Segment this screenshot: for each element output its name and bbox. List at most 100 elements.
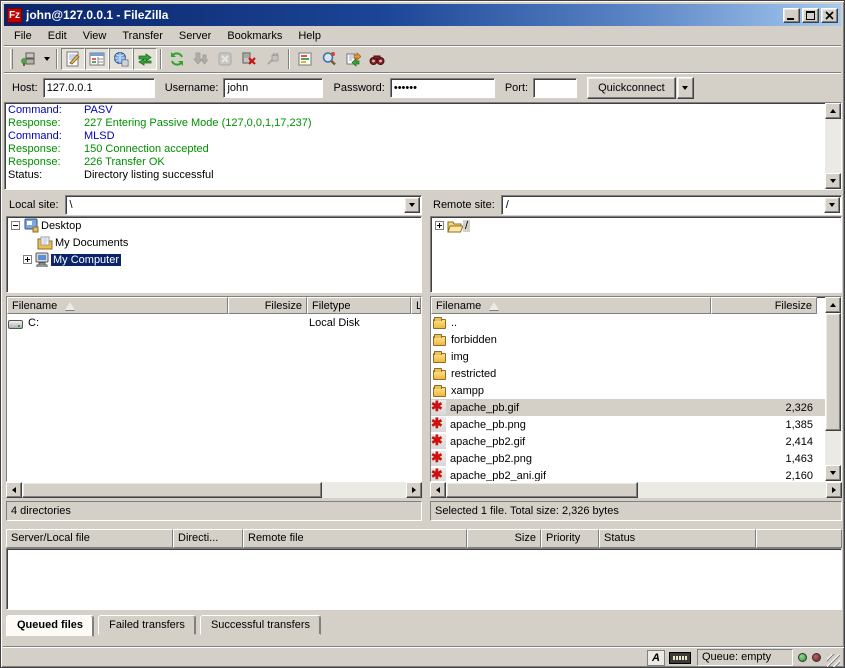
- window-title: john@127.0.0.1 - FileZilla: [26, 8, 781, 22]
- queue-column-local-file[interactable]: Server/Local file: [6, 529, 173, 548]
- scroll-down-button[interactable]: [825, 465, 841, 481]
- tree-item-my-computer[interactable]: My Computer: [7, 251, 421, 268]
- scroll-left-button[interactable]: [430, 482, 446, 498]
- scroll-right-button[interactable]: [406, 482, 422, 498]
- password-input[interactable]: [390, 78, 495, 98]
- maximize-button[interactable]: [802, 8, 819, 23]
- site-manager-dropdown-button[interactable]: [40, 48, 53, 70]
- toggle-transfer-queue-button[interactable]: [133, 48, 157, 70]
- toolbar-gripper[interactable]: [10, 49, 13, 69]
- tab-failed-transfers[interactable]: Failed transfers: [98, 615, 196, 635]
- file-row[interactable]: apache_pb.png1,385: [431, 416, 825, 433]
- toggle-remote-tree-button[interactable]: [109, 48, 133, 70]
- collapse-icon[interactable]: [11, 221, 20, 230]
- queue-column-remote-file[interactable]: Remote file: [243, 529, 467, 548]
- username-label: Username:: [165, 82, 219, 94]
- column-header-filename[interactable]: Filename: [7, 297, 228, 314]
- remote-site-combobox[interactable]: /: [501, 195, 842, 215]
- remote-vertical-scrollbar[interactable]: [825, 297, 841, 481]
- remote-directory-tree: /: [430, 216, 842, 293]
- tree-item-desktop[interactable]: Desktop: [7, 217, 421, 234]
- remote-status-text: Selected 1 file. Total size: 2,326 bytes: [430, 501, 842, 521]
- queue-column-size[interactable]: Size: [467, 529, 541, 548]
- local-horizontal-scrollbar[interactable]: [6, 482, 422, 498]
- local-file-list: Filename Filesize Filetype L C: Local Di…: [6, 296, 422, 482]
- toggle-message-log-button[interactable]: [61, 48, 85, 70]
- file-row-selected[interactable]: apache_pb.gif2,326: [431, 399, 825, 416]
- tab-queued-files[interactable]: Queued files: [6, 615, 94, 637]
- local-site-combobox[interactable]: \: [65, 195, 422, 215]
- menu-help[interactable]: Help: [290, 28, 329, 44]
- tree-item-root[interactable]: /: [431, 217, 841, 234]
- log-line: Response:227 Entering Passive Mode (127,…: [5, 117, 825, 130]
- scroll-up-button[interactable]: [825, 103, 841, 119]
- menu-edit[interactable]: Edit: [40, 28, 75, 44]
- remote-horizontal-scrollbar[interactable]: [430, 482, 842, 498]
- queue-column-priority[interactable]: Priority: [541, 529, 599, 548]
- file-row[interactable]: apache_pb2.gif2,414: [431, 433, 825, 450]
- column-header-filename[interactable]: Filename: [431, 297, 711, 314]
- scroll-down-button[interactable]: [825, 173, 841, 189]
- expand-icon[interactable]: [23, 255, 32, 264]
- scroll-right-button[interactable]: [826, 482, 842, 498]
- scrollbar-thumb[interactable]: [22, 482, 322, 498]
- scrollbar-thumb[interactable]: [446, 482, 638, 498]
- queue-list-body[interactable]: [6, 548, 842, 610]
- log-line: Response:226 Transfer OK: [5, 156, 825, 169]
- column-header-filetype[interactable]: Filetype: [307, 297, 411, 314]
- menu-transfer[interactable]: Transfer: [114, 28, 171, 44]
- scroll-down-icon: [830, 471, 836, 475]
- refresh-button[interactable]: [165, 48, 189, 70]
- disconnect-button[interactable]: [237, 48, 261, 70]
- menu-file[interactable]: File: [6, 28, 40, 44]
- queue-column-direction[interactable]: Directi...: [173, 529, 243, 548]
- minimize-button[interactable]: [783, 8, 800, 23]
- scroll-left-button[interactable]: [6, 482, 22, 498]
- file-row[interactable]: img: [431, 348, 825, 365]
- file-row[interactable]: forbidden: [431, 331, 825, 348]
- file-row[interactable]: restricted: [431, 365, 825, 382]
- host-input[interactable]: [43, 78, 155, 98]
- file-row[interactable]: xampp: [431, 382, 825, 399]
- column-header-filesize[interactable]: Filesize: [711, 297, 817, 314]
- tree-item-my-documents[interactable]: My Documents: [7, 234, 421, 251]
- file-row[interactable]: ..: [431, 314, 825, 331]
- tab-successful-transfers[interactable]: Successful transfers: [200, 615, 321, 635]
- find-files-button[interactable]: [365, 48, 389, 70]
- column-header-last-modified[interactable]: L: [411, 297, 421, 314]
- file-row[interactable]: apache_pb2.png1,463: [431, 450, 825, 467]
- menu-bookmarks[interactable]: Bookmarks: [219, 28, 290, 44]
- filters-button[interactable]: [293, 48, 317, 70]
- scrollbar-thumb[interactable]: [825, 313, 841, 431]
- site-manager-button[interactable]: [16, 48, 40, 70]
- resize-grip[interactable]: [827, 654, 840, 667]
- menu-server[interactable]: Server: [171, 28, 219, 44]
- directory-comparison-button[interactable]: [317, 48, 341, 70]
- dropdown-arrow-icon: [409, 203, 415, 207]
- close-button[interactable]: [821, 8, 838, 23]
- speed-limits-icon[interactable]: [669, 652, 691, 664]
- queue-tabs: Queued files Failed transfers Successful…: [6, 615, 322, 637]
- column-header-filesize[interactable]: Filesize: [228, 297, 307, 314]
- data-type-indicator-icon[interactable]: A: [647, 650, 665, 666]
- queue-column-status[interactable]: Status: [599, 529, 756, 548]
- username-input[interactable]: [223, 78, 323, 98]
- file-row[interactable]: C: Local Disk: [7, 314, 421, 331]
- combo-dropdown-button[interactable]: [824, 197, 840, 213]
- quickconnect-button[interactable]: Quickconnect: [587, 77, 676, 99]
- expand-icon[interactable]: [435, 221, 444, 230]
- cancel-button[interactable]: [213, 48, 237, 70]
- synchronized-browsing-button[interactable]: [341, 48, 365, 70]
- app-icon[interactable]: Fz: [7, 8, 22, 23]
- menu-view[interactable]: View: [75, 28, 115, 44]
- file-row[interactable]: apache_pb2_ani.gif2,160: [431, 467, 825, 481]
- port-input[interactable]: [533, 78, 577, 98]
- process-queue-button[interactable]: [189, 48, 213, 70]
- combo-dropdown-button[interactable]: [404, 197, 420, 213]
- quickconnect-dropdown-button[interactable]: [677, 77, 694, 99]
- image-file-icon: [431, 400, 446, 415]
- log-scrollbar[interactable]: [825, 103, 841, 189]
- scroll-up-button[interactable]: [825, 297, 841, 313]
- reconnect-button[interactable]: [261, 48, 285, 70]
- toggle-local-tree-button[interactable]: [85, 48, 109, 70]
